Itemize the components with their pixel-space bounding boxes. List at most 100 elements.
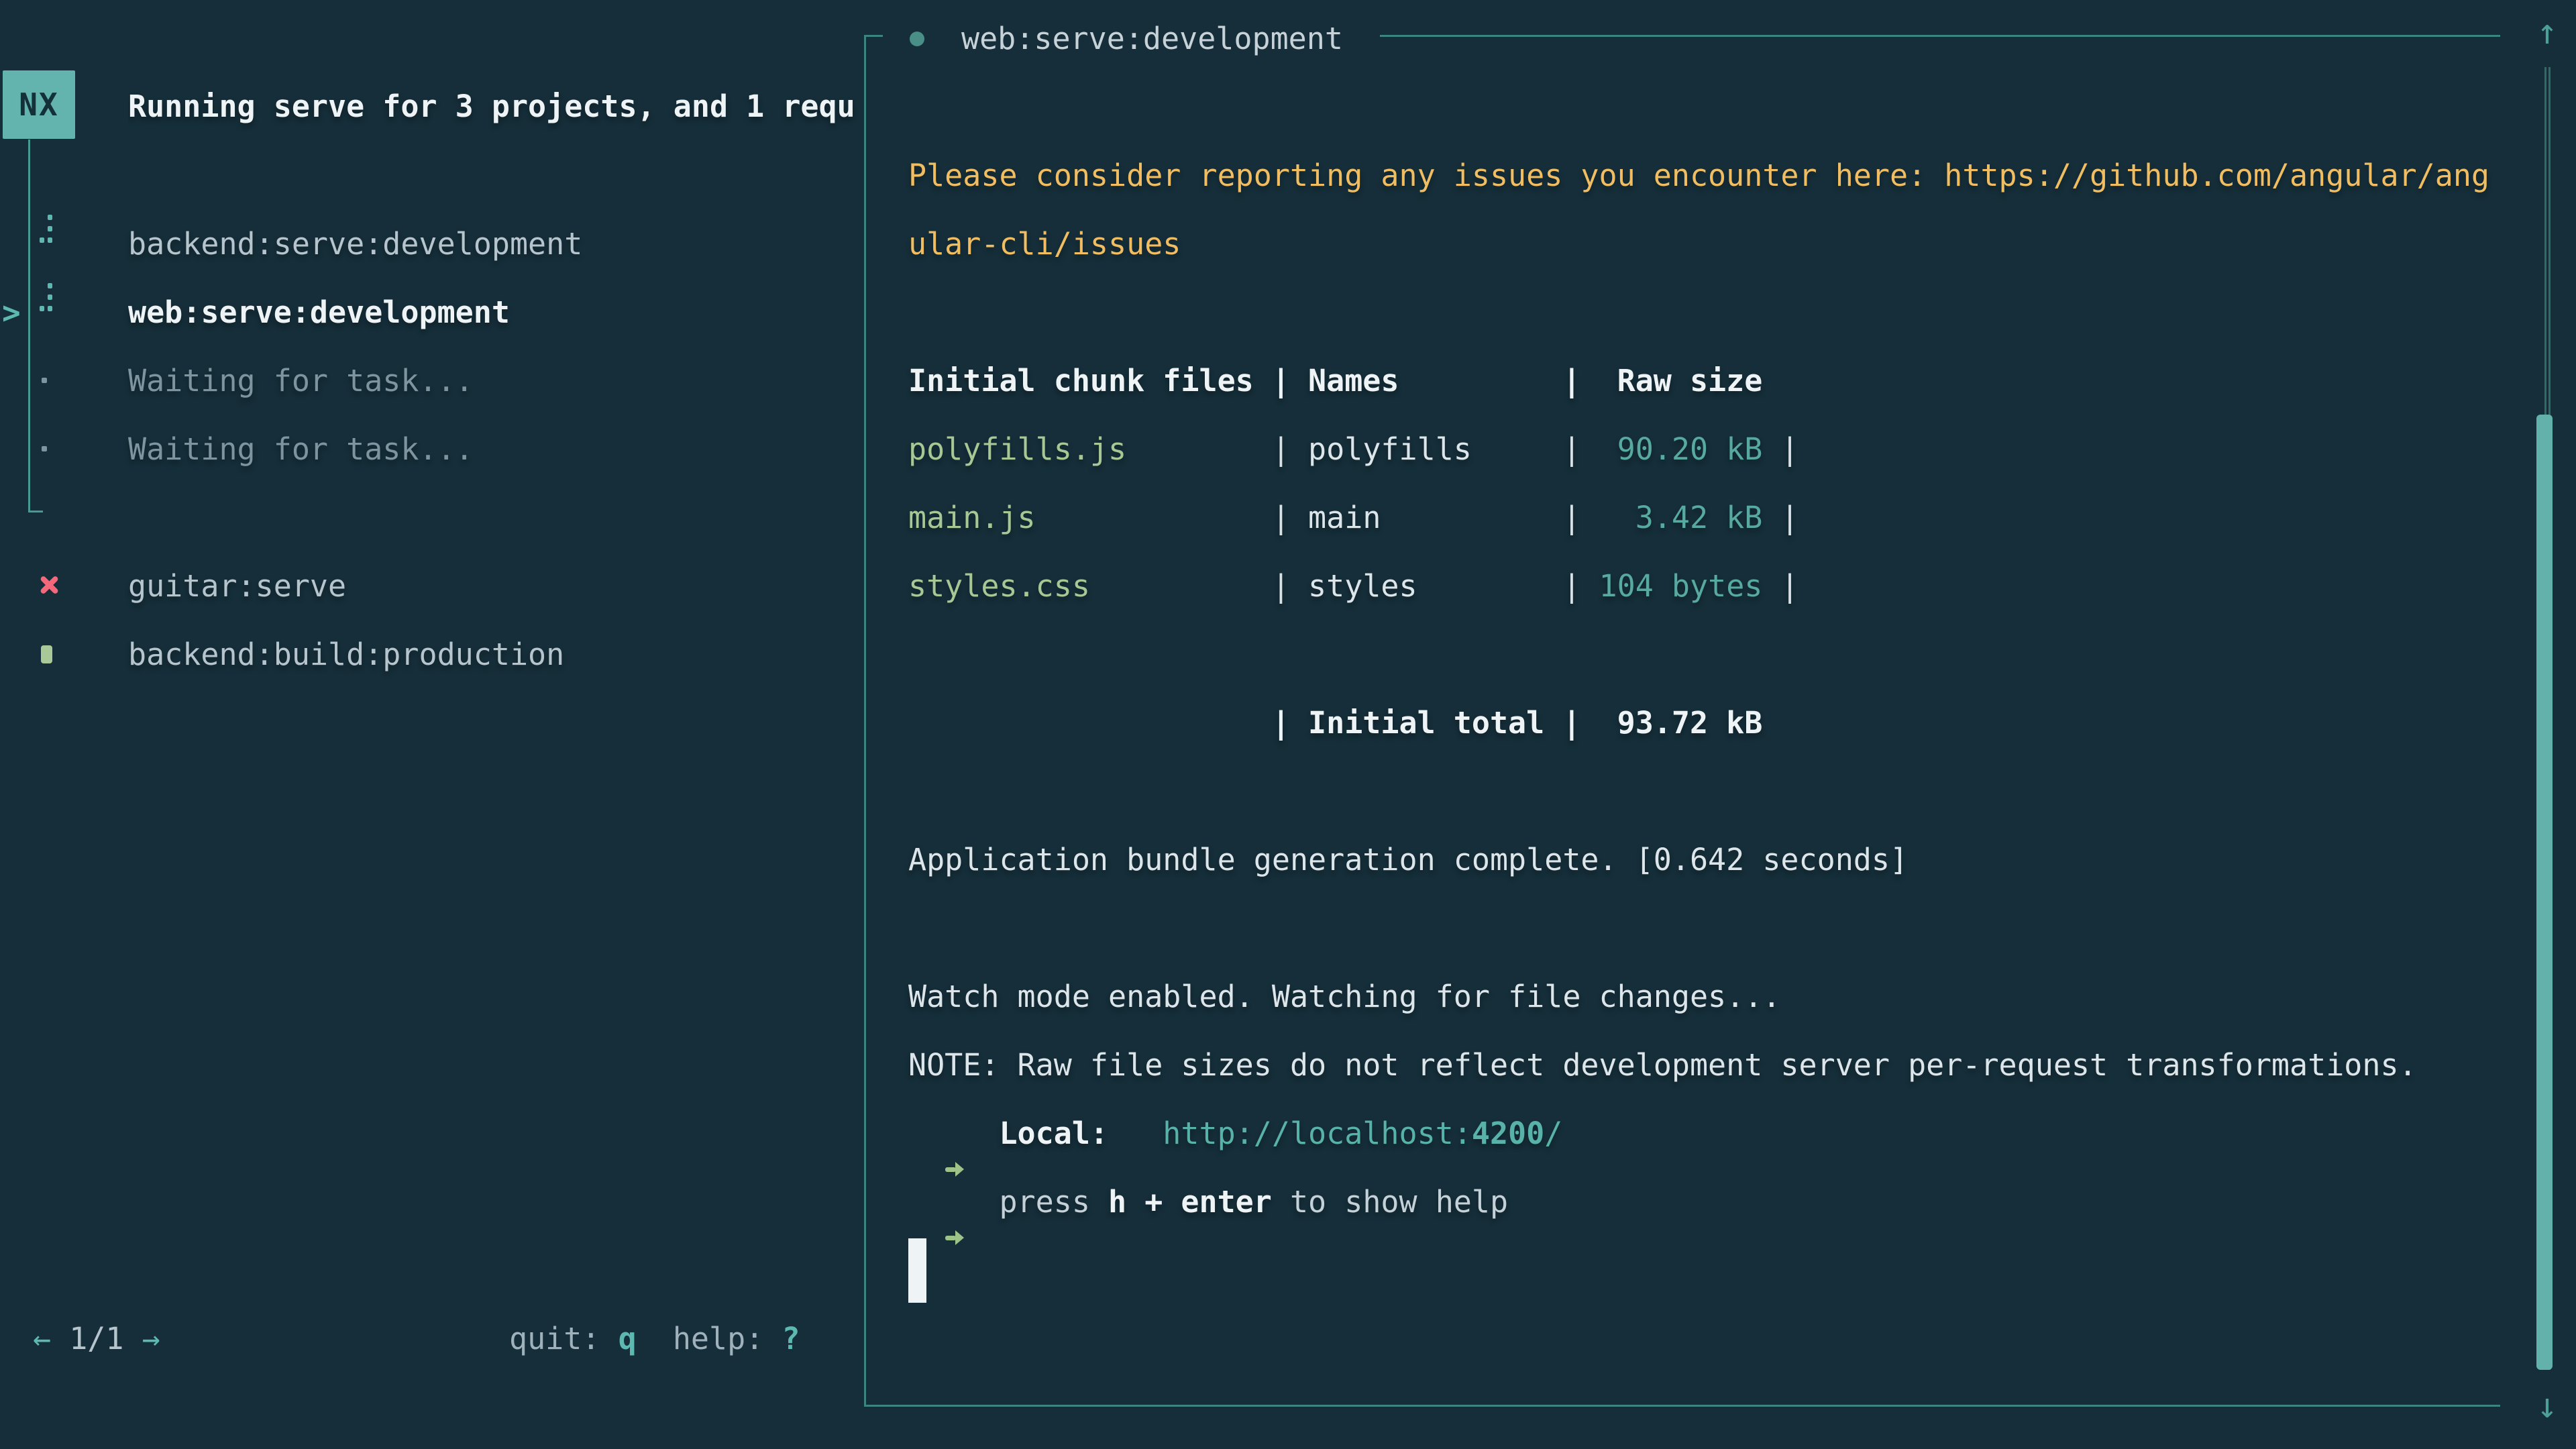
task-item[interactable]: Waiting for task... xyxy=(0,415,861,484)
spinner-icon xyxy=(0,210,80,278)
terminal-text xyxy=(1108,1116,1163,1151)
terminal-text: | xyxy=(1762,568,1799,604)
local-url-link[interactable]: / xyxy=(1544,1116,1562,1151)
terminal-text: | xyxy=(1036,500,1308,535)
terminal-text: main.js xyxy=(908,500,1036,535)
task-label: backend:build:production xyxy=(128,621,564,689)
task-item[interactable]: guitar:serve xyxy=(0,552,861,621)
scroll-up-icon[interactable]: ↑ xyxy=(2520,12,2574,52)
terminal-line: styles.css | styles | 104 bytes | xyxy=(908,552,1799,621)
help-key: ? xyxy=(782,1321,800,1356)
local-url-link[interactable]: http://localhost: xyxy=(1163,1116,1472,1151)
terminal-cursor xyxy=(908,1238,926,1303)
terminal-line: Watch mode enabled. Watching for file ch… xyxy=(908,963,1780,1031)
spinner-dot xyxy=(48,306,52,311)
arrow-icon xyxy=(945,1138,963,1168)
scrollbar-thumb[interactable] xyxy=(2536,415,2553,1370)
page-indicator: 1/1 xyxy=(51,1321,142,1356)
terminal-text xyxy=(908,1116,945,1151)
local-url-link[interactable]: 4200 xyxy=(1472,1116,1544,1151)
terminal-text: Please consider reporting any issues you… xyxy=(908,158,2489,193)
terminal-text: | xyxy=(1762,431,1799,467)
selected-arrow-icon: > xyxy=(2,278,21,347)
scroll-down-icon[interactable]: ↓ xyxy=(2520,1386,2574,1426)
terminal-text: | xyxy=(1126,431,1308,467)
active-task-dot-icon xyxy=(910,32,924,46)
terminal-text: | xyxy=(1417,568,1581,604)
terminal-text: 90.20 kB xyxy=(1580,431,1762,467)
task-label: Waiting for task... xyxy=(128,415,474,484)
task-label: guitar:serve xyxy=(128,552,346,621)
task-item[interactable]: > web:serve:development xyxy=(0,278,861,347)
shortcut-bar: quit: q help: ? xyxy=(509,1305,800,1373)
terminal-text: Application bundle generation complete. … xyxy=(908,842,1908,877)
terminal-text: Watch mode enabled. Watching for file ch… xyxy=(908,979,1780,1014)
task-label: web:serve:development xyxy=(128,278,510,347)
terminal-text: | xyxy=(1381,500,1580,535)
terminal-text: to show help xyxy=(1272,1184,1508,1220)
spinner-dot xyxy=(48,283,52,288)
task-group-guide-corner xyxy=(28,511,43,513)
page-title: Running serve for 3 projects, and 1 requ xyxy=(128,72,859,141)
terminal-text: | xyxy=(1762,500,1799,535)
terminal-line: NOTE: Raw file sizes do not reflect deve… xyxy=(908,1031,2417,1099)
terminal-text: styles.css xyxy=(908,568,1090,604)
spinner-dot xyxy=(48,237,52,243)
help-label: help: xyxy=(673,1321,763,1356)
task-item[interactable]: backend:build:production xyxy=(0,621,861,689)
queued-square-icon xyxy=(0,621,80,689)
waiting-dot xyxy=(42,378,47,383)
panel-border-left xyxy=(864,35,866,1407)
spinner-dot xyxy=(48,215,52,220)
spinner-dot xyxy=(48,226,52,231)
task-item[interactable]: backend:serve:development xyxy=(0,210,861,278)
terminal-text: NOTE: Raw file sizes do not reflect deve… xyxy=(908,1047,2417,1083)
terminal-text xyxy=(963,1116,999,1151)
terminal-line: press h + enter to show help xyxy=(908,1168,1508,1236)
terminal-line xyxy=(908,1236,926,1305)
waiting-dot-icon xyxy=(0,415,80,484)
terminal-text xyxy=(908,1184,945,1220)
terminal-line: Please consider reporting any issues you… xyxy=(908,142,2489,210)
spinner-dot xyxy=(40,306,44,311)
terminal-text: 104 bytes xyxy=(1580,568,1762,604)
terminal-line: | Initial total | 93.72 kB xyxy=(908,689,1762,757)
terminal-text: styles xyxy=(1308,568,1417,604)
page-prev-icon[interactable]: ← xyxy=(33,1321,51,1356)
terminal-line: main.js | main | 3.42 kB | xyxy=(908,484,1799,552)
terminal-line: Local: http://localhost:4200/ xyxy=(908,1099,1562,1168)
terminal-text: ular-cli/issues xyxy=(908,226,1181,262)
terminal-text: 3.42 kB xyxy=(1580,500,1762,535)
task-label: backend:serve:development xyxy=(128,210,582,278)
terminal-text: press xyxy=(963,1184,1108,1220)
terminal-text: h + enter xyxy=(1108,1184,1272,1220)
terminal-text: polyfills.js xyxy=(908,431,1126,467)
spinner-dot xyxy=(40,237,44,243)
terminal-line: Initial chunk files | Names | Raw size xyxy=(908,347,1762,415)
terminal-line: Application bundle generation complete. … xyxy=(908,826,1908,894)
terminal-line: polyfills.js | polyfills | 90.20 kB | xyxy=(908,415,1799,484)
panel-border-bottom xyxy=(864,1405,2500,1407)
nx-logo: NX xyxy=(3,70,75,139)
terminal-text: polyfills xyxy=(1308,431,1472,467)
task-item[interactable]: Waiting for task... xyxy=(0,347,861,415)
terminal-text: Initial chunk files | Names | Raw size xyxy=(908,363,1762,398)
terminal-text: main xyxy=(1308,500,1381,535)
terminal-text: Local: xyxy=(999,1116,1108,1151)
terminal-text: | xyxy=(1472,431,1581,467)
pagination: ← 1/1 → xyxy=(33,1305,160,1373)
panel-border-top xyxy=(1380,35,2500,37)
terminal-text: | xyxy=(1090,568,1308,604)
error-x-icon xyxy=(0,552,80,621)
terminal-line: ular-cli/issues xyxy=(908,210,1181,278)
page-next-icon[interactable]: → xyxy=(142,1321,160,1356)
waiting-dot-icon xyxy=(0,347,80,415)
quit-key: q xyxy=(619,1321,637,1356)
spinner-dot xyxy=(48,294,52,300)
arrow-icon xyxy=(945,1206,963,1236)
output-panel-title: web:serve:development xyxy=(961,5,1343,73)
queued-square xyxy=(41,645,52,663)
task-label: Waiting for task... xyxy=(128,347,474,415)
waiting-dot xyxy=(42,446,47,451)
panel-border-top-corner xyxy=(864,35,883,37)
